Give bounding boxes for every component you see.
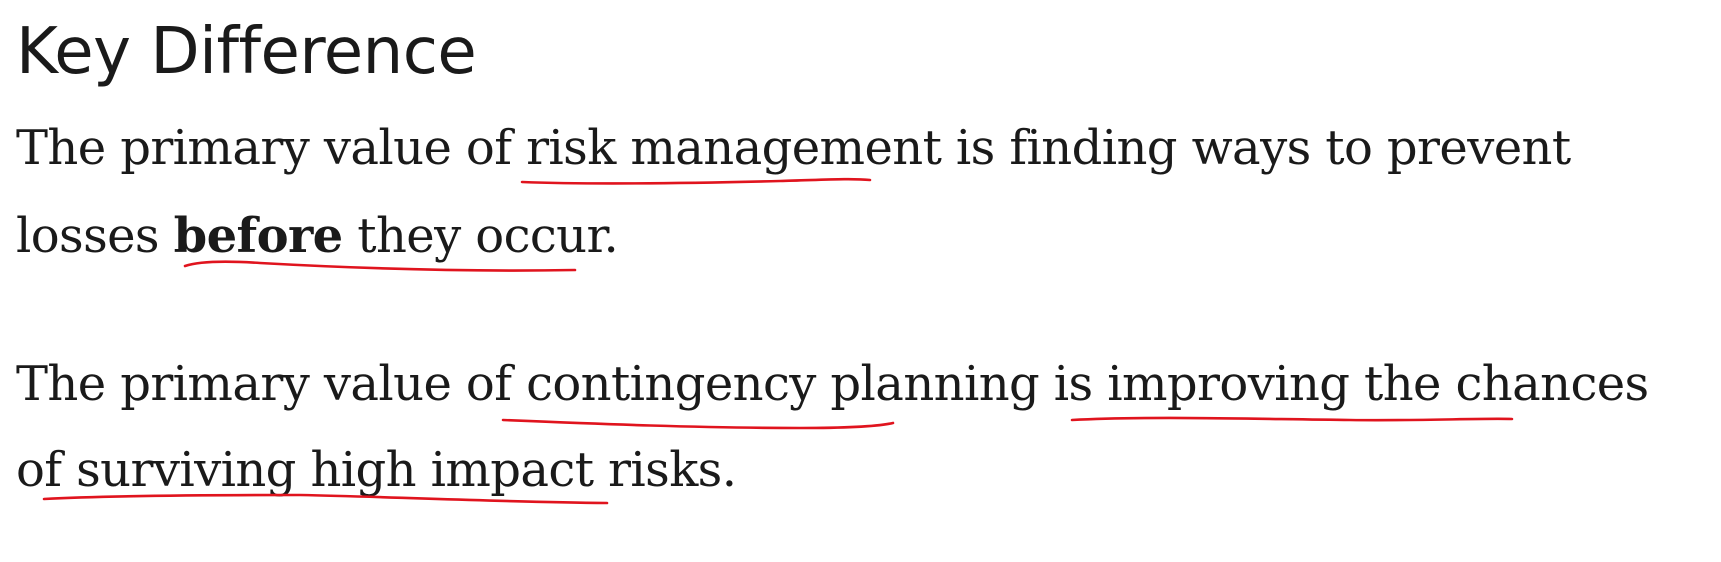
- underline-risk-management: [520, 177, 872, 185]
- paragraph-2-line-2: of surviving high impact risks.: [16, 440, 737, 500]
- underlined-phrase-surviving-high-impact-risks: surviving high impact risks: [76, 442, 722, 498]
- text-span: The primary value of: [16, 120, 527, 176]
- paragraph-1-line-2: losses before they occur.: [16, 206, 619, 266]
- paragraph-1-line-1: The primary value of risk management is …: [16, 118, 1571, 178]
- underlined-term-contingency-planning: contingency planning: [526, 356, 1040, 412]
- text-span: they occur.: [342, 208, 619, 264]
- underline-contingency-planning: [501, 418, 895, 430]
- paragraph-2-line-1: The primary value of contingency plannin…: [16, 354, 1649, 414]
- text-span: The primary value of: [16, 356, 527, 412]
- text-span: is finding ways to prevent: [941, 120, 1571, 176]
- text-span: losses: [16, 208, 174, 264]
- underlined-term-risk-management: risk management: [526, 120, 942, 176]
- page-title: Key Difference: [16, 15, 477, 89]
- text-span: of: [16, 442, 77, 498]
- underlined-phrase-improving-the-chances: improving the chances: [1107, 356, 1649, 412]
- text-span: .: [721, 442, 737, 498]
- bold-word-before: before: [173, 208, 344, 264]
- underline-improving-the-chances: [1070, 416, 1514, 422]
- text-span: is: [1039, 356, 1108, 412]
